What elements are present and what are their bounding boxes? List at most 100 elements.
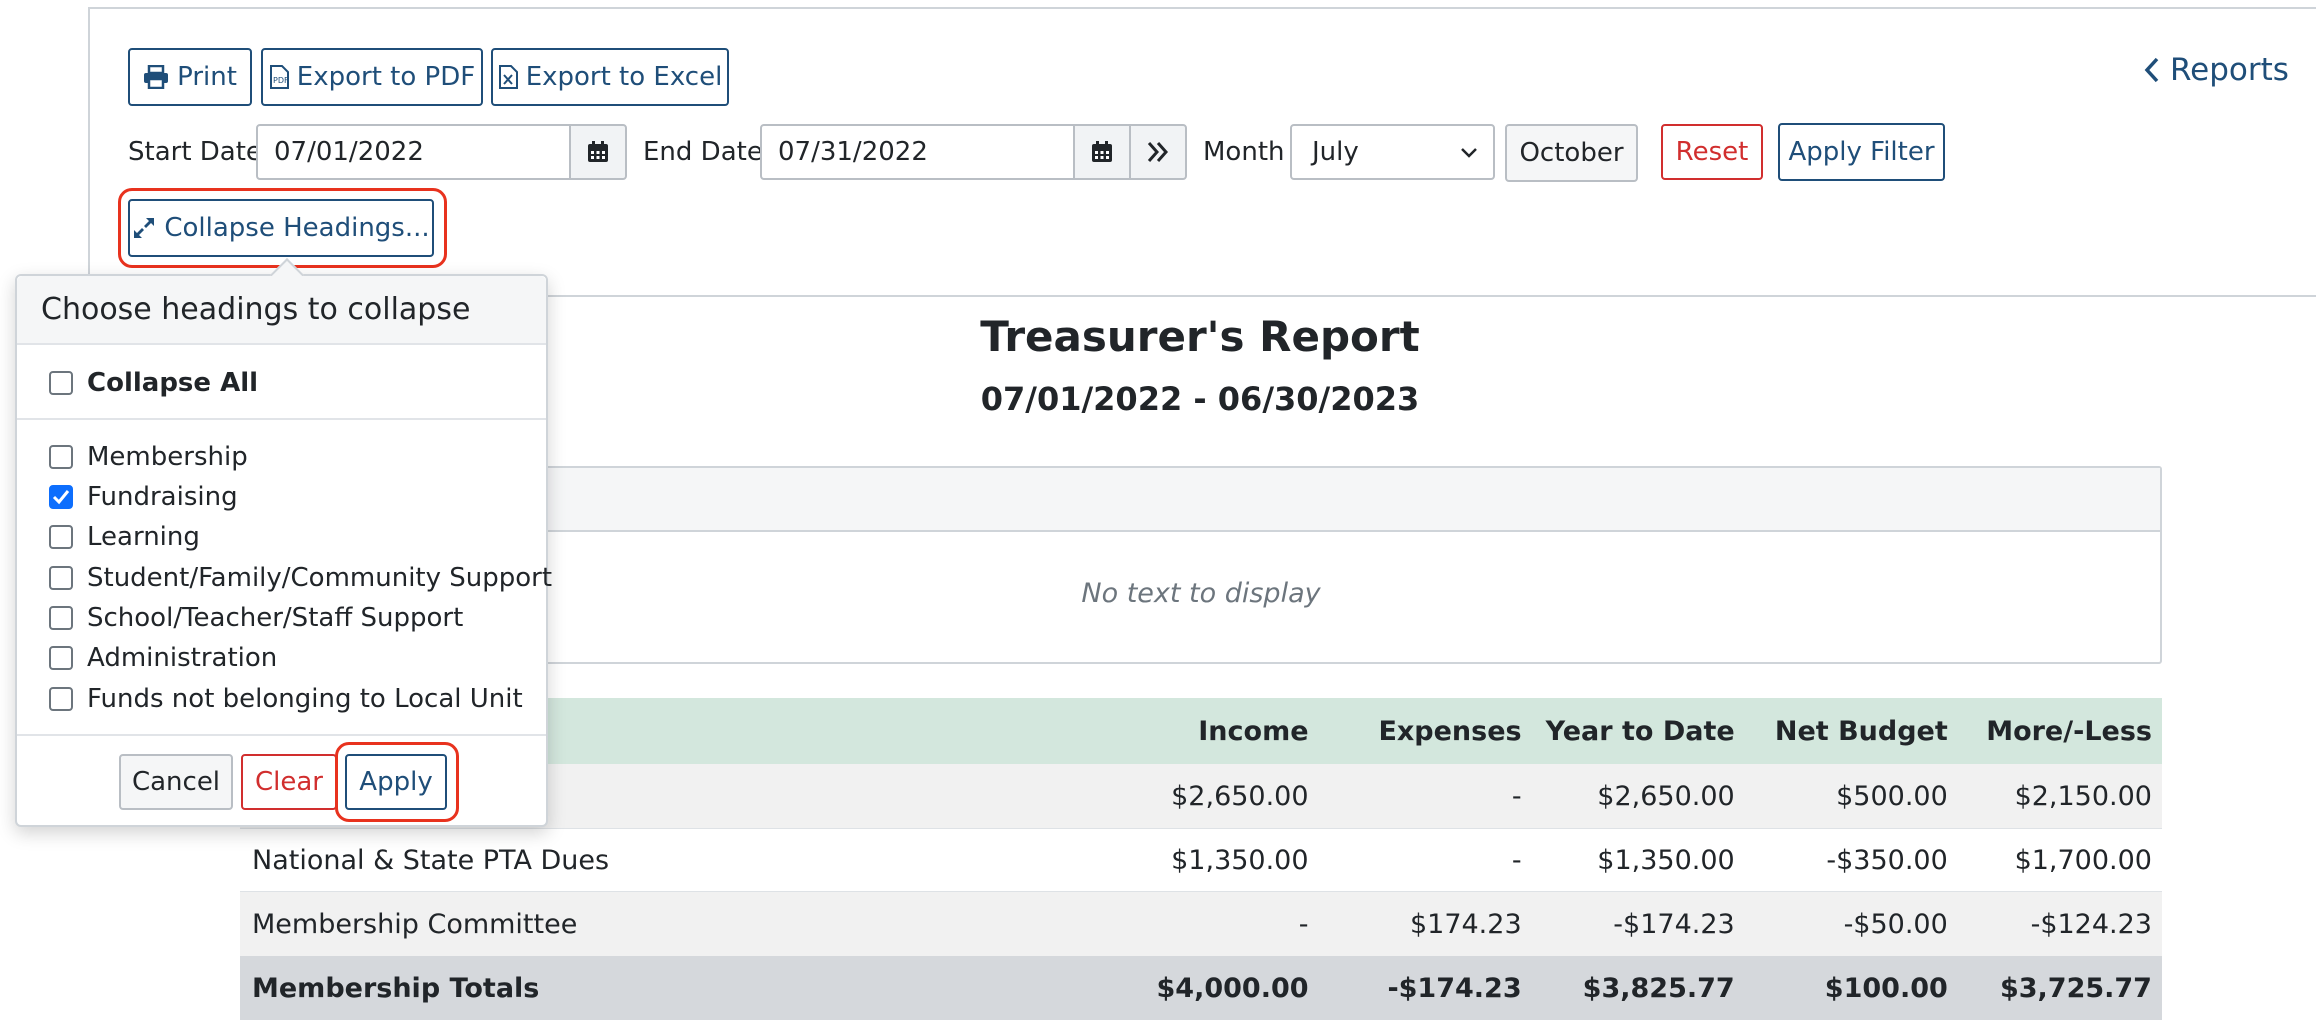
reset-button[interactable]: Reset bbox=[1661, 124, 1763, 180]
table-cell: $4,000.00 bbox=[1156, 972, 1309, 1004]
month-select[interactable]: July bbox=[1290, 124, 1495, 180]
checkbox-box[interactable] bbox=[49, 525, 73, 549]
table-cell: -$174.23 bbox=[1387, 972, 1522, 1004]
export-pdf-label: Export to PDF bbox=[296, 62, 476, 92]
table-cell: $3,825.77 bbox=[1582, 972, 1735, 1004]
total-row-name: Membership Totals bbox=[252, 972, 540, 1004]
table-cell: -$350.00 bbox=[1826, 844, 1948, 876]
chevron-down-icon bbox=[1461, 148, 1477, 158]
clear-button[interactable]: Clear bbox=[241, 754, 337, 810]
apply-filter-label: Apply Filter bbox=[1788, 137, 1935, 167]
export-pdf-button[interactable]: PDF Export to PDF bbox=[261, 48, 483, 106]
table-cell: $2,650.00 bbox=[1171, 780, 1309, 812]
file-pdf-icon: PDF bbox=[269, 65, 289, 89]
print-label: Print bbox=[177, 62, 237, 92]
table-cell: $174.23 bbox=[1409, 908, 1522, 940]
reports-link[interactable]: Reports bbox=[2144, 52, 2289, 88]
clear-label: Clear bbox=[255, 767, 323, 797]
month-label: Month bbox=[1203, 137, 1285, 167]
file-excel-icon bbox=[498, 65, 518, 89]
popover-title: Choose headings to collapse bbox=[17, 276, 546, 345]
calendar-icon bbox=[588, 141, 608, 162]
heading-checkbox-funds-not-local[interactable]: Funds not belonging to Local Unit bbox=[49, 684, 523, 714]
popover-divider bbox=[17, 734, 546, 736]
heading-label: Membership bbox=[87, 442, 248, 472]
table-cell: $100.00 bbox=[1824, 972, 1948, 1004]
table-cell: $1,700.00 bbox=[2014, 844, 2152, 876]
table-cell: -$50.00 bbox=[1843, 908, 1948, 940]
cancel-button[interactable]: Cancel bbox=[119, 754, 233, 810]
table-cell: - bbox=[1511, 844, 1522, 876]
heading-checkbox-administration[interactable]: Administration bbox=[49, 643, 277, 673]
table-cell: $1,350.00 bbox=[1597, 844, 1735, 876]
heading-label: School/Teacher/Staff Support bbox=[87, 603, 464, 633]
export-excel-label: Export to Excel bbox=[525, 62, 723, 92]
heading-label: Student/Family/Community Support bbox=[87, 563, 553, 593]
start-date-calendar-button[interactable] bbox=[569, 124, 627, 180]
table-cell: - bbox=[1511, 780, 1522, 812]
table-cell: $500.00 bbox=[1836, 780, 1948, 812]
table-cell: -$174.23 bbox=[1613, 908, 1735, 940]
checkbox-box[interactable] bbox=[49, 445, 73, 469]
heading-checkbox-fundraising[interactable]: Fundraising bbox=[49, 482, 238, 512]
checkbox-box[interactable] bbox=[49, 606, 73, 630]
reports-link-label: Reports bbox=[2170, 52, 2289, 88]
checkmark-icon bbox=[52, 490, 70, 505]
checkbox-box[interactable] bbox=[49, 687, 73, 711]
collapse-headings-highlight bbox=[118, 188, 447, 268]
collapse-headings-popover: Choose headings to collapse Collapse All… bbox=[15, 258, 552, 827]
end-date-input[interactable]: 07/31/2022 bbox=[760, 124, 1075, 180]
heading-label: Administration bbox=[87, 643, 278, 673]
table-row: National & State PTA Dues $1,350.00 - $1… bbox=[240, 828, 2162, 892]
printer-icon bbox=[144, 65, 169, 89]
heading-checkbox-school-teacher-staff[interactable]: School/Teacher/Staff Support bbox=[49, 603, 463, 633]
heading-checkbox-student-family-community[interactable]: Student/Family/Community Support bbox=[49, 563, 552, 593]
checkbox-box[interactable] bbox=[49, 371, 73, 395]
table-header-cell: Income bbox=[1198, 715, 1309, 747]
table-cell: - bbox=[1298, 908, 1309, 940]
svg-text:PDF: PDF bbox=[273, 76, 289, 85]
collapse-all-label: Collapse All bbox=[87, 368, 259, 398]
export-excel-button[interactable]: Export to Excel bbox=[491, 48, 729, 106]
table-cell: $2,650.00 bbox=[1597, 780, 1735, 812]
calendar-icon bbox=[1092, 141, 1112, 162]
checkbox-box[interactable] bbox=[49, 646, 73, 670]
end-date-value: 07/31/2022 bbox=[778, 137, 928, 167]
table-cell: $2,150.00 bbox=[2014, 780, 2152, 812]
table-cell: -$124.23 bbox=[2030, 908, 2152, 940]
table-row: Membership Committee - $174.23 -$174.23 … bbox=[240, 892, 2162, 956]
row-name: Membership Committee bbox=[252, 908, 578, 940]
table-header-cell: More/-Less bbox=[1986, 715, 2152, 747]
month-select-value: July bbox=[1312, 137, 1359, 167]
heading-label: Funds not belonging to Local Unit bbox=[87, 684, 523, 714]
heading-checkbox-membership[interactable]: Membership bbox=[49, 442, 248, 472]
month-end-button[interactable]: October bbox=[1505, 124, 1638, 182]
table-header-cell: Net Budget bbox=[1774, 715, 1948, 747]
start-date-value: 07/01/2022 bbox=[274, 137, 424, 167]
chevron-left-icon bbox=[2144, 57, 2159, 83]
cancel-label: Cancel bbox=[131, 767, 221, 797]
table-cell: $1,350.00 bbox=[1171, 844, 1309, 876]
apply-highlight bbox=[335, 742, 459, 822]
row-name: National & State PTA Dues bbox=[252, 844, 610, 876]
heading-checkbox-learning[interactable]: Learning bbox=[49, 522, 200, 552]
month-end-label: October bbox=[1519, 138, 1624, 168]
double-chevron-right-icon bbox=[1147, 142, 1169, 162]
collapse-all-checkbox[interactable]: Collapse All bbox=[49, 368, 258, 398]
end-date-calendar-button[interactable] bbox=[1073, 124, 1131, 180]
table-cell: $3,725.77 bbox=[1999, 972, 2152, 1004]
heading-label: Fundraising bbox=[87, 482, 238, 512]
end-date-label: End Date bbox=[643, 137, 763, 167]
apply-filter-button[interactable]: Apply Filter bbox=[1778, 123, 1945, 181]
next-period-button[interactable] bbox=[1129, 124, 1187, 180]
table-header-cell: Year to Date bbox=[1545, 715, 1735, 747]
reset-label: Reset bbox=[1675, 137, 1749, 167]
print-button[interactable]: Print bbox=[128, 48, 252, 106]
checkbox-box[interactable] bbox=[49, 566, 73, 590]
start-date-input[interactable]: 07/01/2022 bbox=[256, 124, 571, 180]
heading-label: Learning bbox=[87, 522, 200, 552]
table-total-row: Membership Totals $4,000.00 -$174.23 $3,… bbox=[240, 956, 2162, 1020]
table-header-cell: Expenses bbox=[1378, 715, 1522, 747]
popover-divider bbox=[17, 418, 546, 420]
checkbox-box[interactable] bbox=[49, 485, 73, 509]
